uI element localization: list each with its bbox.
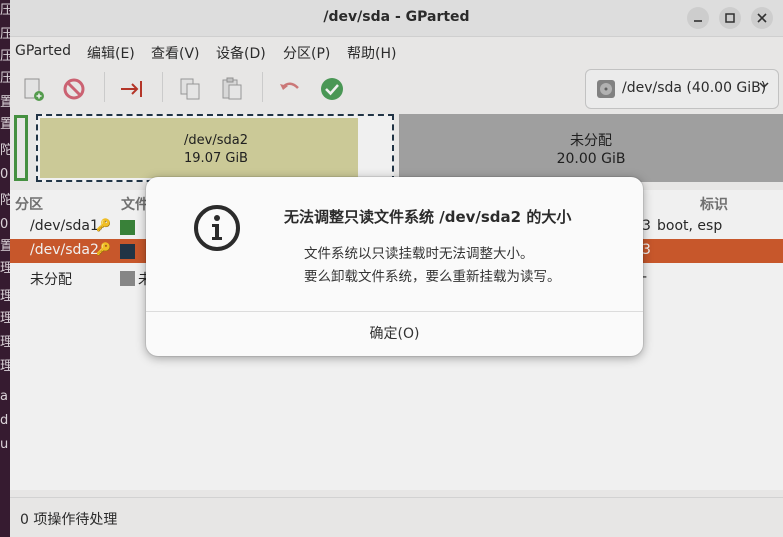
dialog-title: 无法调整只读文件系统 /dev/sda2 的大小: [284, 208, 572, 226]
dialog-message-line: 要么卸载文件系统，要么重新挂载为读写。: [304, 269, 561, 285]
dialog-message-line: 文件系统以只读挂载时无法调整大小。: [304, 246, 534, 262]
info-icon: [194, 205, 240, 251]
error-dialog: 无法调整只读文件系统 /dev/sda2 的大小 文件系统以只读挂载时无法调整大…: [146, 177, 643, 356]
ok-button[interactable]: 确定(O): [146, 312, 643, 356]
